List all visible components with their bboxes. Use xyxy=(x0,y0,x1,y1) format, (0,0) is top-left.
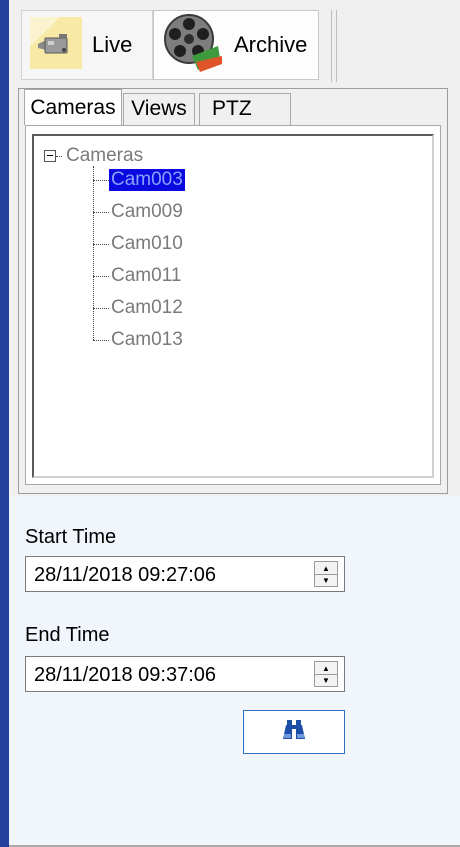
tree-item-label[interactable]: Cam012 xyxy=(109,297,185,319)
archive-label: Archive xyxy=(234,32,308,57)
live-label: Live xyxy=(92,32,133,57)
tree-item-label[interactable]: Cam011 xyxy=(109,265,183,287)
end-time-value[interactable]: 28/11/2018 09:37:06 xyxy=(34,664,216,687)
camera-tree[interactable]: Cameras Cam003 Cam009 Cam010 Cam011 Cam0… xyxy=(32,134,434,478)
tree-item[interactable]: Cam013 xyxy=(93,326,185,354)
archive-sidebar: Live Archive Cameras Views PTZ Cameras C… xyxy=(9,0,460,847)
spin-down-icon[interactable]: ▼ xyxy=(315,574,337,586)
start-time-label: Start Time xyxy=(25,526,117,548)
end-time-picker[interactable]: 28/11/2018 09:37:06 ▲ ▼ xyxy=(25,656,345,692)
tab-ptz[interactable]: PTZ xyxy=(199,93,291,125)
tab-cameras[interactable]: Cameras xyxy=(24,89,122,125)
binoculars-icon xyxy=(281,719,307,746)
collapse-icon[interactable] xyxy=(44,150,56,162)
tab-page-cameras: Cameras Cam003 Cam009 Cam010 Cam011 Cam0… xyxy=(25,125,441,485)
toolbar-separator xyxy=(331,10,332,82)
film-reel-icon xyxy=(162,12,224,79)
camera-panel: Cameras Views PTZ Cameras Cam003 Cam009 xyxy=(18,88,448,494)
tree-item[interactable]: Cam010 xyxy=(93,230,185,258)
archive-button[interactable]: Archive xyxy=(153,10,319,80)
tree-root: Cameras xyxy=(44,144,145,168)
toolbar-separator xyxy=(336,10,337,82)
tree-item-label[interactable]: Cam013 xyxy=(109,329,185,351)
mode-toolbar: Live Archive xyxy=(21,10,337,86)
start-time-spinner[interactable]: ▲ ▼ xyxy=(314,561,338,587)
tree-item-label[interactable]: Cam010 xyxy=(109,233,185,255)
tree-item[interactable]: Cam011 xyxy=(93,262,183,290)
time-range-panel: Start Time 28/11/2018 09:27:06 ▲ ▼ End T… xyxy=(9,496,460,847)
start-time-value[interactable]: 28/11/2018 09:27:06 xyxy=(34,564,216,587)
camera-icon xyxy=(30,16,82,74)
search-button[interactable] xyxy=(243,710,345,754)
tree-item[interactable]: Cam012 xyxy=(93,294,185,322)
spin-down-icon[interactable]: ▼ xyxy=(315,674,337,686)
tree-root-label[interactable]: Cameras xyxy=(64,144,145,168)
tree-item[interactable]: Cam003 xyxy=(93,166,185,194)
end-time-spinner[interactable]: ▲ ▼ xyxy=(314,661,338,687)
start-time-picker[interactable]: 28/11/2018 09:27:06 ▲ ▼ xyxy=(25,556,345,592)
tree-item[interactable]: Cam009 xyxy=(93,198,185,226)
tree-item-label[interactable]: Cam003 xyxy=(109,169,185,191)
window-left-edge xyxy=(0,0,9,847)
end-time-label: End Time xyxy=(25,624,110,646)
tree-item-label[interactable]: Cam009 xyxy=(109,201,185,223)
tab-views[interactable]: Views xyxy=(123,93,195,125)
live-button[interactable]: Live xyxy=(21,10,153,80)
